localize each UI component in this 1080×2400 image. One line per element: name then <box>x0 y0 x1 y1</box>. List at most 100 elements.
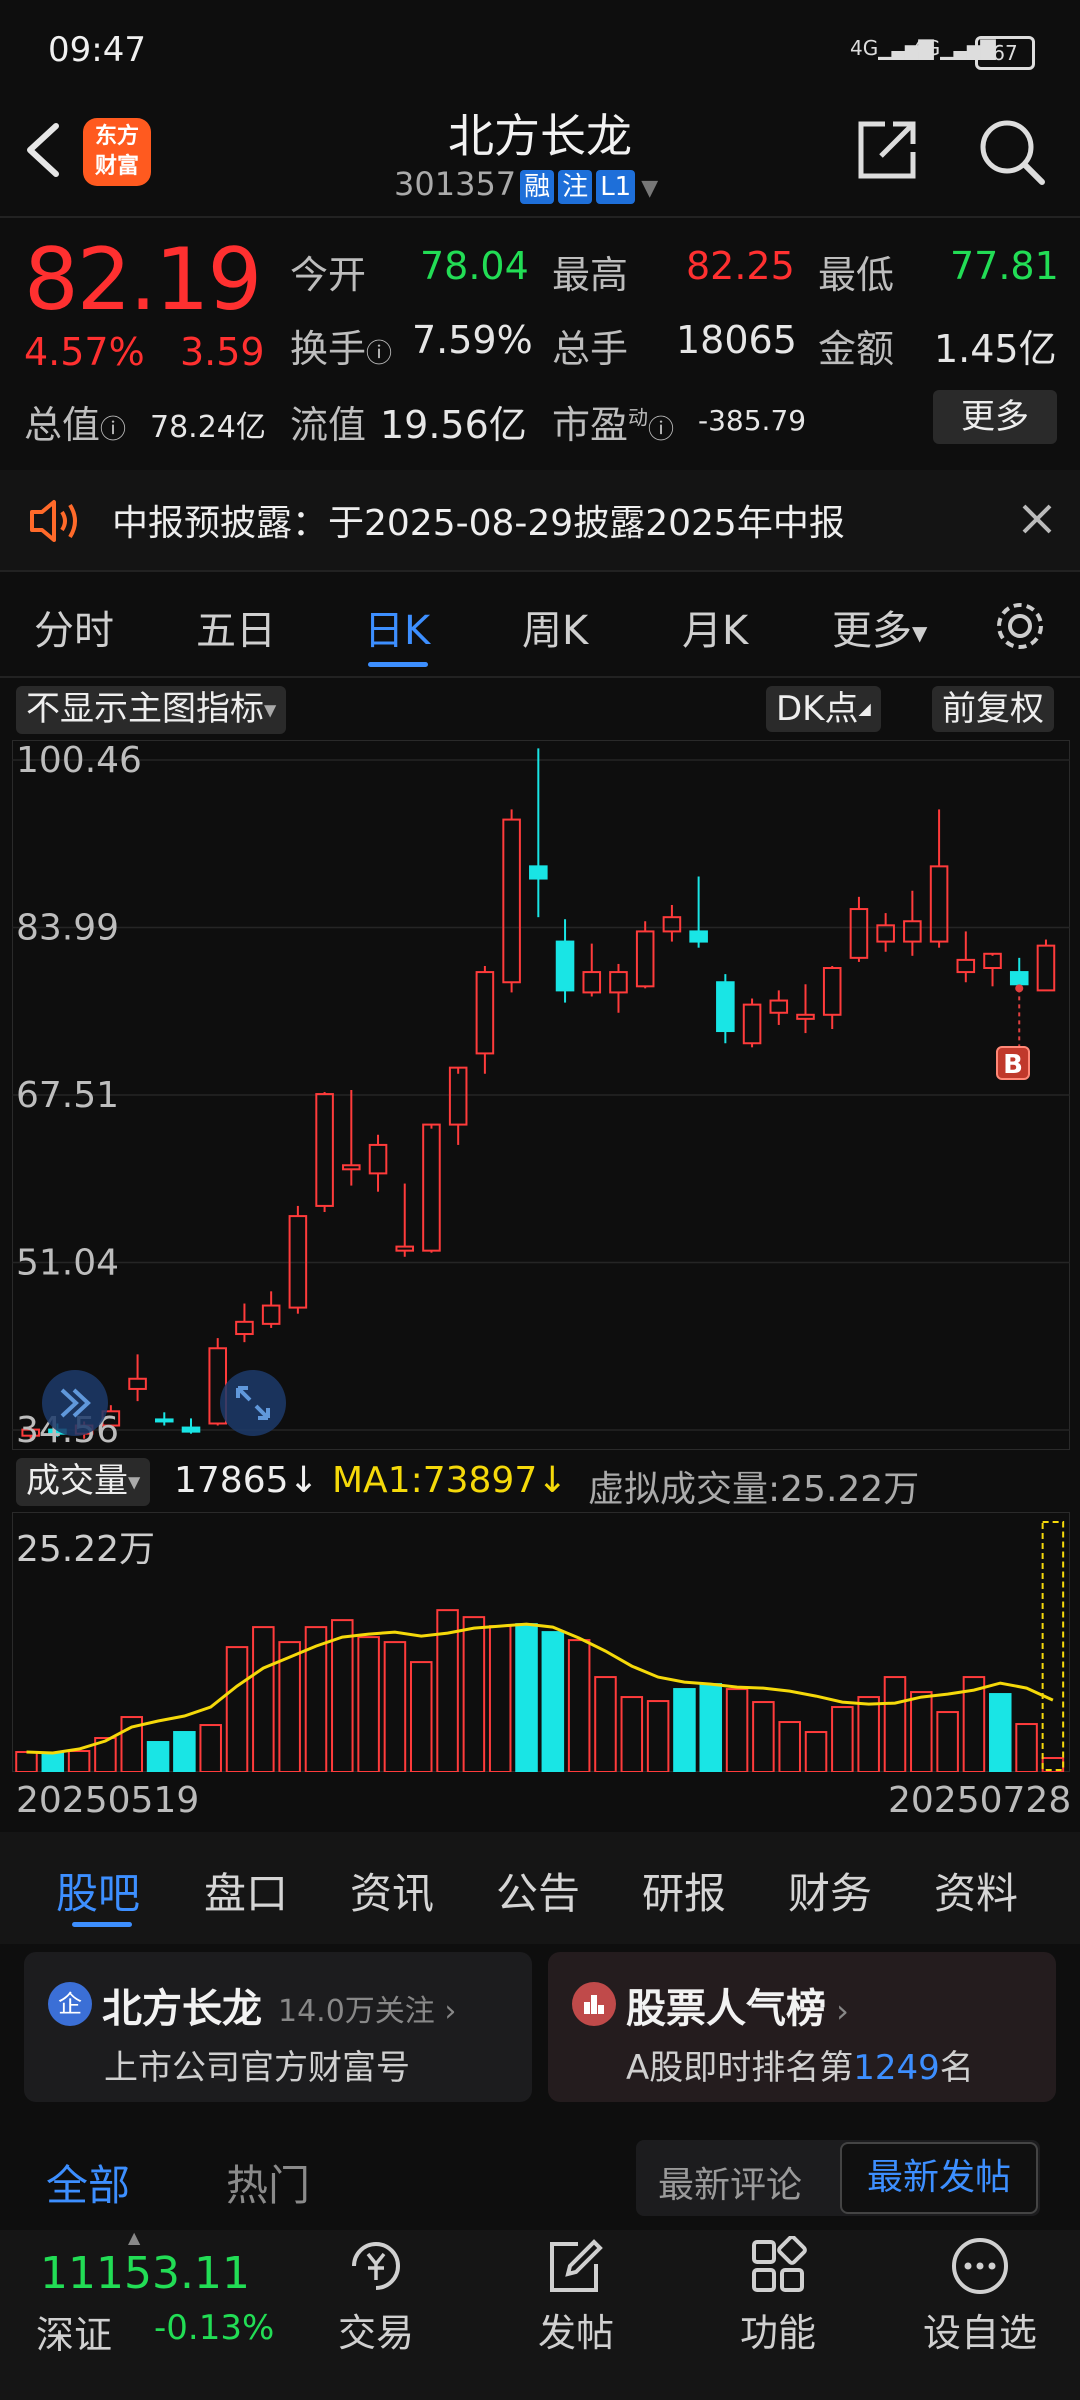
volume-bar <box>910 1691 933 1772</box>
gear-icon <box>997 603 1043 649</box>
index-value[interactable]: 11153.11 <box>40 2248 250 2299</box>
volume-bar <box>15 1751 38 1772</box>
candle <box>315 1092 334 1213</box>
caret-down-icon: ▼ <box>912 621 928 645</box>
share-button[interactable] <box>855 118 919 182</box>
filter-hot[interactable]: 热门 <box>226 2152 310 2213</box>
buy-marker[interactable]: B <box>996 1046 1030 1080</box>
candle <box>635 921 655 989</box>
adjust-button[interactable]: 前复权 <box>932 686 1054 732</box>
volume-bar <box>883 1676 907 1772</box>
nav-post[interactable]: 发帖 <box>496 2236 656 2357</box>
expand-left-button[interactable] <box>42 1370 108 1436</box>
volume-label: 总手 <box>552 327 629 371</box>
candle <box>769 990 789 1025</box>
open-value: 78.04 <box>420 244 529 288</box>
nav-trade-label: 交易 <box>337 2311 414 2355</box>
volume-bar <box>67 1750 91 1772</box>
buy-marker-dot <box>1015 984 1024 993</box>
arrow-down-icon: ↓ <box>537 1460 568 1501</box>
volume-bar <box>173 1731 196 1772</box>
filter-all[interactable]: 全部 <box>46 2152 130 2213</box>
close-notice-button[interactable] <box>1020 502 1054 540</box>
volume-current: 17865↓ <box>174 1460 319 1501</box>
tab-five-day[interactable]: 五日 <box>196 598 276 656</box>
nav-trade[interactable]: 交易 <box>296 2236 456 2357</box>
mktcap-label: 总值ⓘ <box>24 403 127 447</box>
tabs-divider <box>0 676 1080 678</box>
volume-bar <box>804 1731 828 1772</box>
rank-number: 1249 <box>853 2048 940 2088</box>
volume-bar <box>752 1701 775 1772</box>
close-icon <box>1022 504 1052 534</box>
volume-bar <box>383 1641 407 1772</box>
search-icon <box>980 120 1045 185</box>
volume-bar <box>331 1619 354 1772</box>
volume-bar <box>936 1711 959 1772</box>
status-time: 09:47 <box>48 30 146 70</box>
y-tick-label: 83.99 <box>16 907 119 948</box>
ranking-icon <box>572 1982 616 2026</box>
candle <box>475 965 495 1074</box>
tab-financials[interactable]: 财务 <box>788 1860 872 1921</box>
candle <box>342 1090 361 1186</box>
volume-chart[interactable] <box>12 1512 1070 1772</box>
last-price: 82.19 <box>24 230 262 330</box>
pe-label: 市盈动ⓘ <box>552 403 675 447</box>
volume-bar <box>857 1696 880 1772</box>
dk-point-dropdown[interactable]: DK点◢ <box>766 686 881 732</box>
volume-bar <box>1015 1723 1038 1772</box>
tab-profile[interactable]: 资料 <box>934 1860 1018 1921</box>
virtual-volume: 虚拟成交量:25.22万 <box>588 1469 920 1510</box>
candle <box>235 1303 254 1343</box>
tab-announcements[interactable]: 公告 <box>496 1860 580 1921</box>
tab-monthly-k[interactable]: 月K <box>682 598 748 656</box>
high-value: 82.25 <box>686 244 795 288</box>
sort-latest-comment[interactable]: 最新评论 <box>658 2156 802 2208</box>
stock-code-row[interactable]: 301357 融注 L1 ▼ <box>394 165 658 204</box>
tab-news[interactable]: 资讯 <box>350 1860 434 1921</box>
float-value: 19.56亿 <box>380 403 527 447</box>
stock-code: 301357 <box>394 165 517 203</box>
nav-functions[interactable]: 功能 <box>698 2236 858 2357</box>
nav-post-label: 发帖 <box>537 2311 614 2355</box>
float-label: 流值 <box>290 403 367 447</box>
candle <box>422 1123 441 1253</box>
tab-daily-k[interactable]: 日K <box>364 598 430 656</box>
search-button[interactable] <box>978 118 1046 186</box>
back-button[interactable] <box>20 120 70 180</box>
status-bar: 09:47 4G▁▃▅▇ 4G▁▃▅▇ 67 <box>0 0 1080 100</box>
candle <box>609 963 628 1013</box>
candlestick-chart[interactable]: 100.4683.9967.5151.0434.56 <box>12 740 1070 1450</box>
tag-margin: 融 <box>520 170 555 204</box>
tab-intraday[interactable]: 分时 <box>34 598 114 656</box>
volume-bar <box>831 1706 854 1772</box>
volume-y-tick: 25.22万 <box>16 1529 156 1570</box>
chart-settings-button[interactable] <box>992 598 1048 658</box>
tab-order-book[interactable]: 盘口 <box>204 1860 288 1921</box>
candle <box>716 974 735 1044</box>
candle <box>395 1183 415 1257</box>
volume-bar <box>541 1631 565 1772</box>
candle <box>555 919 575 1003</box>
tab-more[interactable]: 更多▼ <box>832 598 927 656</box>
enterprise-badge-icon: 企 <box>48 1982 92 2026</box>
edit-icon <box>550 2239 603 2292</box>
main-indicator-dropdown[interactable]: 不显示主图指标▼ <box>16 686 287 734</box>
more-quote-button[interactable]: 更多 <box>933 390 1057 444</box>
candle <box>128 1354 147 1402</box>
fullscreen-button[interactable] <box>220 1370 286 1436</box>
tab-guba[interactable]: 股吧 <box>56 1860 140 1921</box>
candle <box>448 1066 468 1145</box>
sort-latest-post[interactable]: 最新发帖 <box>840 2142 1038 2214</box>
volume-indicator-dropdown[interactable]: 成交量▼ <box>16 1458 151 1506</box>
tab-weekly-k[interactable]: 周K <box>522 598 588 656</box>
nav-add-watchlist[interactable]: 设自选 <box>900 2236 1060 2357</box>
card-left-title: 北方长龙 <box>102 1986 262 2032</box>
mktcap-value: 78.24亿 <box>150 410 266 445</box>
candle <box>876 913 895 952</box>
tab-research[interactable]: 研报 <box>642 1860 726 1921</box>
volume-bar <box>646 1700 670 1772</box>
logo-line-1: 东方 <box>94 124 139 149</box>
caret-up-icon: ▲ <box>128 2228 141 2247</box>
